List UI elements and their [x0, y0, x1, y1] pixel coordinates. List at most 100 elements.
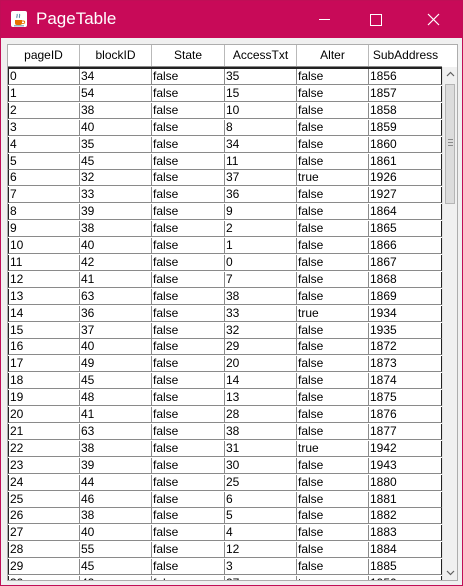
alter-cell[interactable]: false	[297, 542, 369, 559]
state-cell[interactable]: false	[152, 491, 225, 508]
access-txt-cell[interactable]: 33	[225, 305, 297, 322]
block-id-cell[interactable]: 45	[80, 373, 152, 390]
table-row[interactable]: 4 35 false 34 false 1860	[8, 136, 442, 153]
alter-cell[interactable]: false	[297, 136, 369, 153]
page-id-cell[interactable]: 19	[8, 390, 80, 407]
column-header-alter[interactable]: Alter	[297, 45, 369, 66]
alter-cell[interactable]: false	[297, 85, 369, 102]
access-txt-cell[interactable]: 0	[225, 254, 297, 271]
alter-cell[interactable]: false	[297, 271, 369, 288]
column-header-accesstxt[interactable]: AccessTxt	[225, 45, 297, 66]
alter-cell[interactable]: false	[297, 339, 369, 356]
state-cell[interactable]: false	[152, 136, 225, 153]
table-row[interactable]: 23 39 false 30 false 1943	[8, 457, 442, 474]
block-id-cell[interactable]: 42	[80, 576, 152, 580]
alter-cell[interactable]: false	[297, 559, 369, 576]
title-bar[interactable]: PageTable	[1, 1, 462, 38]
block-id-cell[interactable]: 35	[80, 136, 152, 153]
access-txt-cell[interactable]: 6	[225, 491, 297, 508]
access-txt-cell[interactable]: 15	[225, 85, 297, 102]
state-cell[interactable]: false	[152, 440, 225, 457]
access-txt-cell[interactable]: 3	[225, 559, 297, 576]
table-row[interactable]: 16 40 false 29 false 1872	[8, 339, 442, 356]
sub-address-cell[interactable]: 1935	[369, 322, 442, 339]
alter-cell[interactable]: false	[297, 457, 369, 474]
alter-cell[interactable]: false	[297, 153, 369, 170]
access-txt-cell[interactable]: 34	[225, 136, 297, 153]
page-id-cell[interactable]: 8	[8, 204, 80, 221]
table-row[interactable]: 28 55 false 12 false 1884	[8, 542, 442, 559]
page-id-cell[interactable]: 0	[8, 69, 80, 85]
table-row[interactable]: 22 38 false 31 true 1942	[8, 440, 442, 457]
page-id-cell[interactable]: 20	[8, 407, 80, 423]
vertical-scrollbar[interactable]	[442, 67, 457, 580]
block-id-cell[interactable]: 38	[80, 508, 152, 525]
page-id-cell[interactable]: 11	[8, 254, 80, 271]
access-txt-cell[interactable]: 37	[225, 170, 297, 187]
sub-address-cell[interactable]: 1880	[369, 474, 442, 491]
alter-cell[interactable]: false	[297, 204, 369, 221]
page-id-cell[interactable]: 29	[8, 559, 80, 576]
access-txt-cell[interactable]: 25	[225, 474, 297, 491]
page-id-cell[interactable]: 27	[8, 525, 80, 542]
state-cell[interactable]: false	[152, 170, 225, 187]
table-row[interactable]: 27 40 false 4 false 1883	[8, 525, 442, 542]
block-id-cell[interactable]: 40	[80, 238, 152, 254]
sub-address-cell[interactable]: 1884	[369, 542, 442, 559]
page-id-cell[interactable]: 17	[8, 356, 80, 373]
access-txt-cell[interactable]: 29	[225, 339, 297, 356]
state-cell[interactable]: false	[152, 153, 225, 170]
block-id-cell[interactable]: 42	[80, 254, 152, 271]
state-cell[interactable]: false	[152, 187, 225, 204]
state-cell[interactable]: false	[152, 305, 225, 322]
alter-cell[interactable]: false	[297, 288, 369, 305]
alter-cell[interactable]: false	[297, 423, 369, 440]
block-id-cell[interactable]: 40	[80, 339, 152, 356]
table-row[interactable]: 25 46 false 6 false 1881	[8, 491, 442, 508]
sub-address-cell[interactable]: 1885	[369, 559, 442, 576]
page-id-cell[interactable]: 21	[8, 423, 80, 440]
table-row[interactable]: 8 39 false 9 false 1864	[8, 204, 442, 221]
sub-address-cell[interactable]: 1861	[369, 153, 442, 170]
access-txt-cell[interactable]: 38	[225, 423, 297, 440]
table-row[interactable]: 0 34 false 35 false 1856	[8, 69, 442, 85]
alter-cell[interactable]: true	[297, 440, 369, 457]
sub-address-cell[interactable]: 1859	[369, 119, 442, 136]
access-txt-cell[interactable]: 20	[225, 356, 297, 373]
page-id-cell[interactable]: 26	[8, 508, 80, 525]
access-txt-cell[interactable]: 36	[225, 187, 297, 204]
block-id-cell[interactable]: 34	[80, 69, 152, 85]
sub-address-cell[interactable]: 1865	[369, 221, 442, 238]
state-cell[interactable]: false	[152, 457, 225, 474]
block-id-cell[interactable]: 55	[80, 542, 152, 559]
block-id-cell[interactable]: 44	[80, 474, 152, 491]
state-cell[interactable]: false	[152, 102, 225, 119]
access-txt-cell[interactable]: 11	[225, 153, 297, 170]
sub-address-cell[interactable]: 1867	[369, 254, 442, 271]
sub-address-cell[interactable]: 1873	[369, 356, 442, 373]
table-row[interactable]: 10 40 false 1 false 1866	[8, 238, 442, 254]
sub-address-cell[interactable]: 1950	[369, 576, 442, 580]
state-cell[interactable]: false	[152, 221, 225, 238]
access-txt-cell[interactable]: 31	[225, 440, 297, 457]
access-txt-cell[interactable]: 30	[225, 457, 297, 474]
block-id-cell[interactable]: 38	[80, 440, 152, 457]
page-id-cell[interactable]: 9	[8, 221, 80, 238]
access-txt-cell[interactable]: 13	[225, 390, 297, 407]
table-row[interactable]: 11 42 false 0 false 1867	[8, 254, 442, 271]
table-row[interactable]: 13 63 false 38 false 1869	[8, 288, 442, 305]
access-txt-cell[interactable]: 7	[225, 271, 297, 288]
alter-cell[interactable]: false	[297, 373, 369, 390]
page-id-cell[interactable]: 6	[8, 170, 80, 187]
scroll-down-button[interactable]	[443, 565, 457, 580]
state-cell[interactable]: false	[152, 119, 225, 136]
access-txt-cell[interactable]: 28	[225, 407, 297, 423]
access-txt-cell[interactable]: 9	[225, 204, 297, 221]
state-cell[interactable]: false	[152, 525, 225, 542]
access-txt-cell[interactable]: 8	[225, 119, 297, 136]
state-cell[interactable]: false	[152, 238, 225, 254]
page-id-cell[interactable]: 28	[8, 542, 80, 559]
table-row[interactable]: 29 45 false 3 false 1885	[8, 559, 442, 576]
page-id-cell[interactable]: 16	[8, 339, 80, 356]
alter-cell[interactable]: false	[297, 221, 369, 238]
